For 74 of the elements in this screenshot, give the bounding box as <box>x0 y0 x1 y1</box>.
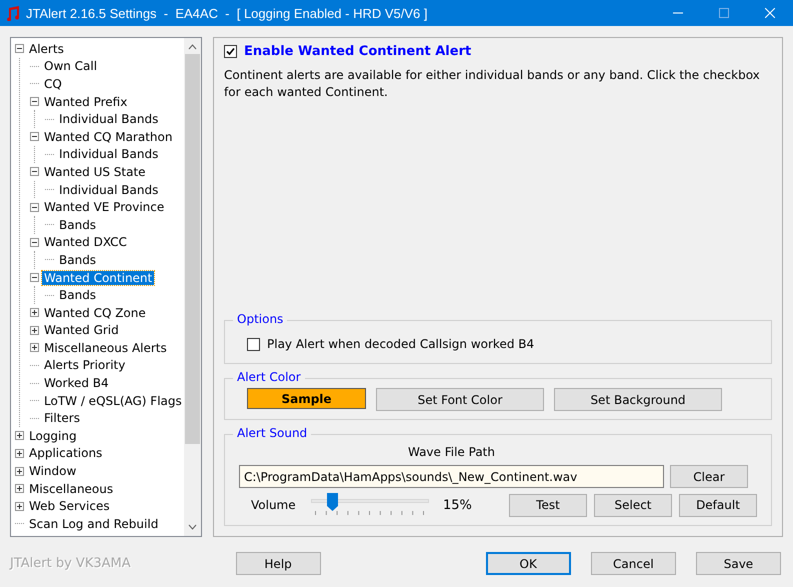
tree-item[interactable]: Individual Bands <box>57 112 160 126</box>
expand-icon[interactable] <box>30 343 39 352</box>
volume-label: Volume <box>251 498 297 512</box>
tree-item[interactable]: Wanted CQ Marathon <box>42 130 174 144</box>
tree-item[interactable]: Individual Bands <box>57 147 160 162</box>
tree-item[interactable]: Bands <box>57 252 98 267</box>
color-button[interactable]: Set Background <box>554 388 722 411</box>
expand-icon[interactable] <box>30 326 39 335</box>
tree-item[interactable]: Alerts Priority <box>42 358 128 372</box>
tree-item[interactable]: Wanted Grid <box>42 323 121 338</box>
path-field[interactable]: C:\ProgramData\HamApps\sounds\_New_Continent.wav <box>239 465 664 488</box>
collapse-icon[interactable] <box>30 167 39 176</box>
expand-icon[interactable] <box>15 484 24 494</box>
collapse-icon[interactable] <box>30 97 39 106</box>
expand-icon[interactable] <box>30 308 39 318</box>
scrollbar[interactable] <box>184 38 201 536</box>
tree-item[interactable]: Own Call <box>42 59 100 74</box>
collapse-icon[interactable] <box>15 44 24 54</box>
group-title: Alert Color <box>233 370 305 384</box>
tree-item[interactable]: Wanted Continent <box>42 270 154 285</box>
dialog-button[interactable]: Save <box>696 552 782 575</box>
sound-button[interactable]: Select <box>594 494 672 516</box>
tree-item[interactable]: Web Services <box>27 499 112 514</box>
volume-slider[interactable] <box>311 493 429 517</box>
tree-item[interactable]: CQ <box>42 76 64 91</box>
tree-item[interactable]: Filters <box>42 411 82 426</box>
tree-item[interactable]: Logging <box>27 428 79 443</box>
field-label: Wave File Path <box>408 445 495 459</box>
tree-item[interactable]: Wanted DXCC <box>42 235 129 250</box>
tree-item[interactable]: Wanted CQ Zone <box>42 306 148 320</box>
tree-item[interactable]: Worked B4 <box>42 376 111 390</box>
checkbox-label: Play Alert when decoded Callsign worked B4 <box>267 337 534 351</box>
expand-icon[interactable] <box>15 466 24 476</box>
clear-button[interactable]: Clear <box>670 465 748 488</box>
group-title: Options <box>233 312 288 326</box>
scroll-up-icon[interactable] <box>188 44 197 50</box>
credit-text: JTAlert by VK3AMA <box>10 556 132 571</box>
collapse-icon[interactable] <box>30 202 39 212</box>
enable-label: Enable Wanted Continent Alert <box>244 44 472 59</box>
tree-item[interactable]: Alerts <box>27 42 66 56</box>
expand-icon[interactable] <box>15 431 24 440</box>
volume-reading: 15% <box>443 498 473 512</box>
tree-item[interactable]: Miscellaneous Alerts <box>42 340 169 355</box>
color-button[interactable]: Set Font Color <box>376 388 544 411</box>
music-note-icon <box>6 5 20 21</box>
sound-button[interactable]: Test <box>509 494 587 516</box>
checkbox[interactable] <box>224 45 237 58</box>
description-text: Continent alerts are available for either individual bands or any band. Click the checkbox for each wanted Continent. <box>224 67 761 101</box>
group-title: Alert Sound <box>233 426 312 440</box>
sound-button[interactable]: Default <box>679 494 757 516</box>
tree-item[interactable]: Miscellaneous <box>27 482 116 496</box>
scroll-down-icon[interactable] <box>188 524 197 530</box>
tree-item[interactable]: Wanted Prefix <box>42 94 130 109</box>
tree-item[interactable]: Wanted US State <box>42 164 148 179</box>
collapse-icon[interactable] <box>30 132 39 142</box>
tree-item[interactable]: Bands <box>57 288 98 302</box>
checkbox[interactable] <box>247 338 260 350</box>
tree-item[interactable]: Individual Bands <box>57 182 160 197</box>
collapse-icon[interactable] <box>30 238 39 247</box>
color-sample: Sample <box>247 388 366 409</box>
expand-icon[interactable] <box>15 448 24 458</box>
tree-item[interactable]: Window <box>27 464 78 478</box>
slider-thumb[interactable] <box>327 493 338 511</box>
tree-item[interactable]: Wanted VE Province <box>42 200 166 214</box>
tree-item[interactable]: Applications <box>27 446 104 460</box>
dialog-button[interactable]: Cancel <box>590 552 676 575</box>
tree-item[interactable]: LoTW / eQSL(AG) Flags <box>42 394 184 408</box>
collapse-icon[interactable] <box>30 273 39 282</box>
tree-item[interactable]: Scan Log and Rebuild <box>27 516 160 531</box>
expand-icon[interactable] <box>15 502 24 511</box>
window-title: JTAlert 2.16.5 Settings - EA4AC - [ Logging Enabled - HRD V5/V6 ] <box>26 6 429 20</box>
dialog-button[interactable]: Help <box>236 552 321 575</box>
tree-item[interactable]: Bands <box>57 218 98 232</box>
dialog-button[interactable]: OK <box>486 552 571 575</box>
